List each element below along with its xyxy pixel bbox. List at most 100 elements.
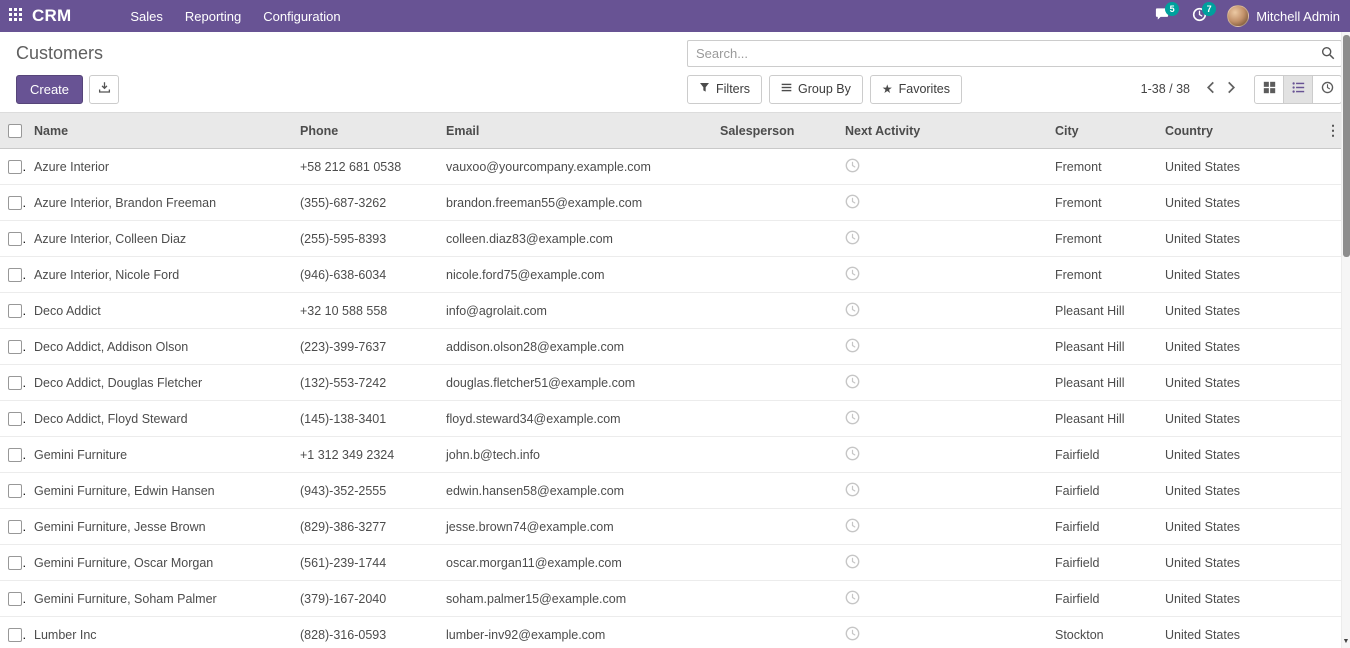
- app-title[interactable]: CRM: [32, 6, 71, 26]
- table-row[interactable]: Azure Interior, Colleen Diaz (255)-595-8…: [0, 221, 1350, 257]
- customer-email: douglas.fletcher51@example.com: [438, 365, 712, 401]
- customer-country: United States: [1157, 293, 1262, 329]
- search-icon[interactable]: [1315, 46, 1341, 60]
- customer-country: United States: [1157, 257, 1262, 293]
- table-row[interactable]: Lumber Inc (828)-316-0593 lumber-inv92@e…: [0, 617, 1350, 648]
- row-checkbox[interactable]: [8, 412, 22, 426]
- row-checkbox[interactable]: [8, 340, 22, 354]
- next-activity-clock-icon[interactable]: [845, 302, 860, 317]
- next-activity-clock-icon[interactable]: [845, 230, 860, 245]
- pager-next-button[interactable]: [1221, 79, 1242, 99]
- chevron-left-icon: [1206, 81, 1215, 97]
- select-all-checkbox[interactable]: [8, 124, 22, 138]
- next-activity-clock-icon[interactable]: [845, 590, 860, 605]
- next-activity-clock-icon[interactable]: [845, 338, 860, 353]
- customer-city: Fairfield: [1047, 581, 1157, 617]
- customer-phone: (828)-316-0593: [292, 617, 438, 648]
- customer-phone: (145)-138-3401: [292, 401, 438, 437]
- next-activity-clock-icon[interactable]: [845, 446, 860, 461]
- avatar: [1227, 5, 1249, 27]
- row-extra-cell: [1262, 293, 1350, 329]
- customer-phone: (943)-352-2555: [292, 473, 438, 509]
- next-activity-clock-icon[interactable]: [845, 158, 860, 173]
- column-header-email[interactable]: Email: [438, 113, 712, 149]
- row-checkbox[interactable]: [8, 160, 22, 174]
- user-menu[interactable]: Mitchell Admin: [1227, 5, 1340, 27]
- next-activity-clock-icon[interactable]: [845, 518, 860, 533]
- export-button[interactable]: [89, 75, 119, 104]
- row-checkbox[interactable]: [8, 196, 22, 210]
- filters-button[interactable]: Filters: [687, 75, 762, 104]
- row-checkbox[interactable]: [8, 520, 22, 534]
- scrollbar-thumb[interactable]: [1343, 35, 1350, 257]
- customer-country: United States: [1157, 401, 1262, 437]
- table-row[interactable]: Deco Addict, Addison Olson (223)-399-763…: [0, 329, 1350, 365]
- next-activity-clock-icon[interactable]: [845, 374, 860, 389]
- table-row[interactable]: Gemini Furniture, Soham Palmer (379)-167…: [0, 581, 1350, 617]
- create-button[interactable]: Create: [16, 75, 83, 104]
- table-row[interactable]: Azure Interior, Nicole Ford (946)-638-60…: [0, 257, 1350, 293]
- customer-phone: (946)-638-6034: [292, 257, 438, 293]
- customer-city: Fairfield: [1047, 473, 1157, 509]
- next-activity-clock-icon[interactable]: [845, 266, 860, 281]
- favorites-button[interactable]: ★ Favorites: [870, 75, 962, 104]
- column-header-phone[interactable]: Phone: [292, 113, 438, 149]
- menu-reporting[interactable]: Reporting: [174, 0, 252, 32]
- table-row[interactable]: Gemini Furniture +1 312 349 2324 john.b@…: [0, 437, 1350, 473]
- row-checkbox[interactable]: [8, 592, 22, 606]
- customer-email: nicole.ford75@example.com: [438, 257, 712, 293]
- table-row[interactable]: Gemini Furniture, Jesse Brown (829)-386-…: [0, 509, 1350, 545]
- vertical-scrollbar[interactable]: ▼: [1341, 32, 1350, 648]
- menu-configuration[interactable]: Configuration: [252, 0, 351, 32]
- row-checkbox[interactable]: [8, 376, 22, 390]
- column-header-country[interactable]: Country: [1157, 113, 1262, 149]
- table-row[interactable]: Gemini Furniture, Oscar Morgan (561)-239…: [0, 545, 1350, 581]
- column-header-next-activity[interactable]: Next Activity: [837, 113, 1047, 149]
- next-activity-clock-icon[interactable]: [845, 626, 860, 641]
- table-row[interactable]: Deco Addict, Floyd Steward (145)-138-340…: [0, 401, 1350, 437]
- pager-previous-button[interactable]: [1200, 79, 1221, 99]
- messages-button[interactable]: 5: [1152, 0, 1172, 32]
- list-view-button[interactable]: [1283, 75, 1313, 104]
- row-checkbox[interactable]: [8, 628, 22, 642]
- scrollbar-down-arrow[interactable]: ▼: [1342, 637, 1350, 647]
- customer-name: Azure Interior: [26, 149, 292, 185]
- customer-email: soham.palmer15@example.com: [438, 581, 712, 617]
- table-row[interactable]: Azure Interior +58 212 681 0538 vauxoo@y…: [0, 149, 1350, 185]
- activities-button[interactable]: 7: [1190, 0, 1209, 32]
- group-by-button[interactable]: Group By: [769, 75, 863, 104]
- customer-name: Gemini Furniture, Oscar Morgan: [26, 545, 292, 581]
- table-row[interactable]: Gemini Furniture, Edwin Hansen (943)-352…: [0, 473, 1350, 509]
- next-activity-clock-icon[interactable]: [845, 194, 860, 209]
- next-activity-clock-icon[interactable]: [845, 554, 860, 569]
- kanban-view-button[interactable]: [1254, 75, 1284, 104]
- list-view-icon: [1292, 81, 1305, 97]
- row-extra-cell: [1262, 329, 1350, 365]
- row-checkbox[interactable]: [8, 448, 22, 462]
- breadcrumb[interactable]: Customers: [16, 43, 103, 64]
- column-header-salesperson[interactable]: Salesperson: [712, 113, 837, 149]
- next-activity-clock-icon[interactable]: [845, 482, 860, 497]
- customer-table-body: Azure Interior +58 212 681 0538 vauxoo@y…: [0, 149, 1350, 648]
- row-checkbox[interactable]: [8, 268, 22, 282]
- user-name: Mitchell Admin: [1256, 9, 1340, 24]
- customer-country: United States: [1157, 221, 1262, 257]
- row-checkbox[interactable]: [8, 304, 22, 318]
- table-row[interactable]: Azure Interior, Brandon Freeman (355)-68…: [0, 185, 1350, 221]
- optional-columns-icon[interactable]: ⋮: [1270, 122, 1342, 139]
- column-header-name[interactable]: Name: [26, 113, 292, 149]
- table-row[interactable]: Deco Addict +32 10 588 558 info@agrolait…: [0, 293, 1350, 329]
- apps-menu-button[interactable]: [0, 0, 30, 32]
- row-checkbox[interactable]: [8, 556, 22, 570]
- column-header-city[interactable]: City: [1047, 113, 1157, 149]
- menu-sales[interactable]: Sales: [119, 0, 174, 32]
- customer-phone: (223)-399-7637: [292, 329, 438, 365]
- row-checkbox[interactable]: [8, 232, 22, 246]
- row-checkbox[interactable]: [8, 484, 22, 498]
- activity-view-button[interactable]: [1312, 75, 1342, 104]
- row-extra-cell: [1262, 149, 1350, 185]
- search-input[interactable]: [688, 46, 1315, 61]
- chevron-right-icon: [1227, 81, 1236, 97]
- table-row[interactable]: Deco Addict, Douglas Fletcher (132)-553-…: [0, 365, 1350, 401]
- next-activity-clock-icon[interactable]: [845, 410, 860, 425]
